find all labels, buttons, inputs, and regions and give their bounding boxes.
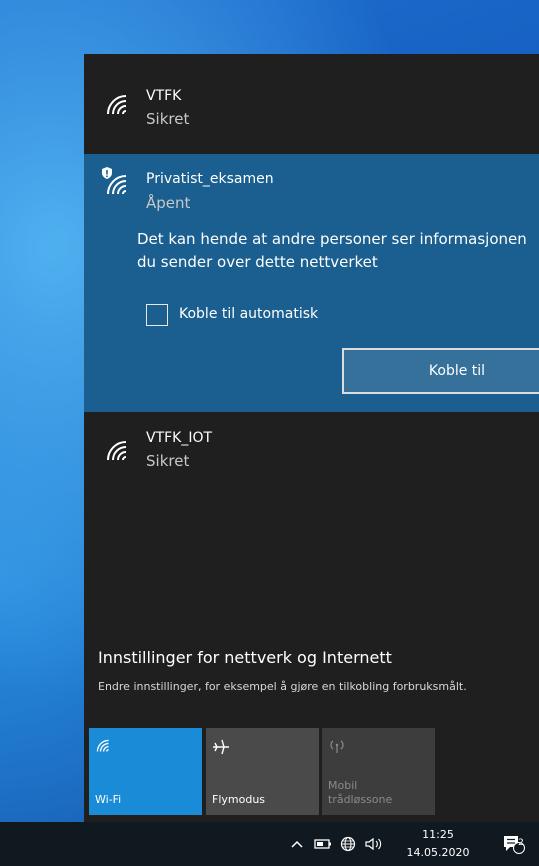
chevron-up-icon <box>291 840 303 848</box>
network-settings-link[interactable]: Innstillinger for nettverk og Internett <box>98 648 392 667</box>
network-name: VTFK <box>146 88 182 104</box>
globe-icon <box>340 836 356 852</box>
clock-date: 14.05.2020 <box>406 846 470 859</box>
clock[interactable]: 11:25 14.05.2020 <box>406 826 470 862</box>
network-status: Sikret <box>146 110 190 128</box>
wifi-toggle-tile[interactable]: Wi-Fi <box>89 728 202 815</box>
mobile-hotspot-tile[interactable]: Mobil trådløssone <box>322 728 435 815</box>
auto-connect-checkbox[interactable] <box>146 304 168 326</box>
battery-icon <box>314 839 331 849</box>
network-item-vtfk[interactable]: VTFK Sikret <box>84 54 539 154</box>
network-settings-description: Endre innstillinger, for eksempel å gjør… <box>98 680 467 693</box>
network-status: Sikret <box>146 452 190 470</box>
open-network-warning: Det kan hende at andre personer ser info… <box>137 230 527 271</box>
action-center-button[interactable]: 2 <box>502 822 526 866</box>
network-flyout: VTFK Sikret Privatist_eksamen Åpent Det … <box>84 54 539 822</box>
network-tray-button[interactable] <box>340 822 356 866</box>
network-status: Åpent <box>146 194 191 212</box>
wifi-icon <box>107 441 127 461</box>
battery-tray-button[interactable] <box>314 822 332 866</box>
wifi-icon <box>107 175 127 195</box>
notification-count: 2 <box>518 838 524 848</box>
tile-label: Mobil trådløssone <box>328 779 393 806</box>
clock-time: 11:25 <box>422 828 454 841</box>
mobile-hotspot-icon <box>330 740 344 753</box>
airplane-mode-tile[interactable]: Flymodus <box>206 728 319 815</box>
show-hidden-icons-button[interactable] <box>290 822 304 866</box>
network-name: VTFK_IOT <box>146 430 213 446</box>
speaker-icon <box>365 837 382 851</box>
taskbar: 11:25 14.05.2020 2 <box>0 822 539 866</box>
wifi-icon <box>107 95 127 115</box>
airplane-icon <box>213 739 229 755</box>
tile-label: Flymodus <box>212 793 266 806</box>
auto-connect-label: Koble til automatisk <box>179 306 319 322</box>
connect-button[interactable]: Koble til <box>342 348 539 394</box>
network-name: Privatist_eksamen <box>146 171 274 187</box>
network-item-vtfk-iot[interactable]: VTFK_IOT Sikret <box>84 412 539 512</box>
volume-tray-button[interactable] <box>364 822 384 866</box>
wifi-icon <box>96 739 109 752</box>
tile-label: Wi-Fi <box>95 793 122 806</box>
